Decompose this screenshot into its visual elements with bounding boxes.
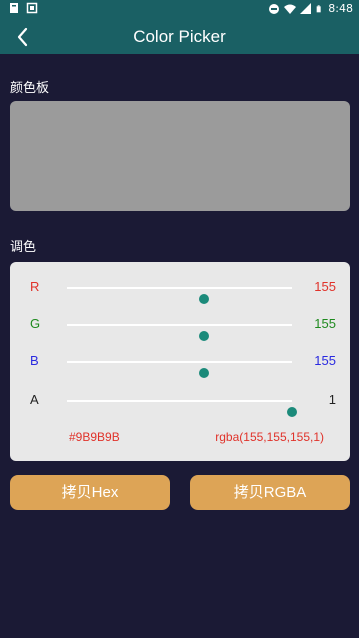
adjust-section-label: 调色: [10, 240, 37, 255]
channel-value: 1: [328, 392, 336, 407]
status-bar: 8:48: [0, 0, 359, 18]
slider-track[interactable]: [67, 287, 292, 304]
slider-thumb[interactable]: [198, 294, 209, 304]
battery-icon: [316, 4, 321, 12]
channel-label: A: [30, 392, 39, 407]
copy-hex-button[interactable]: 拷贝Hex: [10, 475, 170, 510]
do-not-disturb-icon: [269, 3, 280, 14]
copy-rgba-button[interactable]: 拷贝RGBA: [190, 475, 350, 510]
channel-row-r: R 155: [10, 276, 350, 304]
slider-track[interactable]: [67, 361, 292, 378]
slider-track[interactable]: [67, 324, 292, 341]
cell-signal-icon: [300, 2, 312, 14]
wifi-icon: [284, 4, 297, 14]
slider-thumb[interactable]: [198, 368, 209, 378]
slider-thumb[interactable]: [287, 407, 297, 417]
rgba-code: rgba(155,155,155,1): [215, 430, 324, 444]
palette-section-label: 颜色板: [10, 81, 50, 96]
app-bar: Color Picker: [0, 18, 359, 54]
channel-row-g: G 155: [10, 313, 350, 341]
channel-label: G: [30, 316, 41, 331]
app-notification-icon: [26, 2, 38, 14]
channel-label: R: [30, 279, 40, 294]
channel-row-a: A 1: [10, 389, 350, 417]
color-adjust-panel: R 155 G 155 B 155 A 1 #9B9B9B rgba(155,1…: [10, 262, 350, 461]
slider-thumb[interactable]: [198, 331, 209, 341]
color-preview-swatch: [10, 101, 350, 211]
channel-value: 155: [314, 279, 336, 294]
slider-track[interactable]: [67, 400, 297, 417]
channel-value: 155: [314, 353, 336, 368]
page-title: Color Picker: [133, 27, 226, 46]
channel-label: B: [30, 353, 39, 368]
channel-value: 155: [314, 316, 336, 331]
notification-icon: [10, 3, 18, 13]
clock: 8:48: [328, 2, 353, 15]
hex-code: #9B9B9B: [69, 430, 120, 444]
channel-row-b: B 155: [10, 350, 350, 378]
